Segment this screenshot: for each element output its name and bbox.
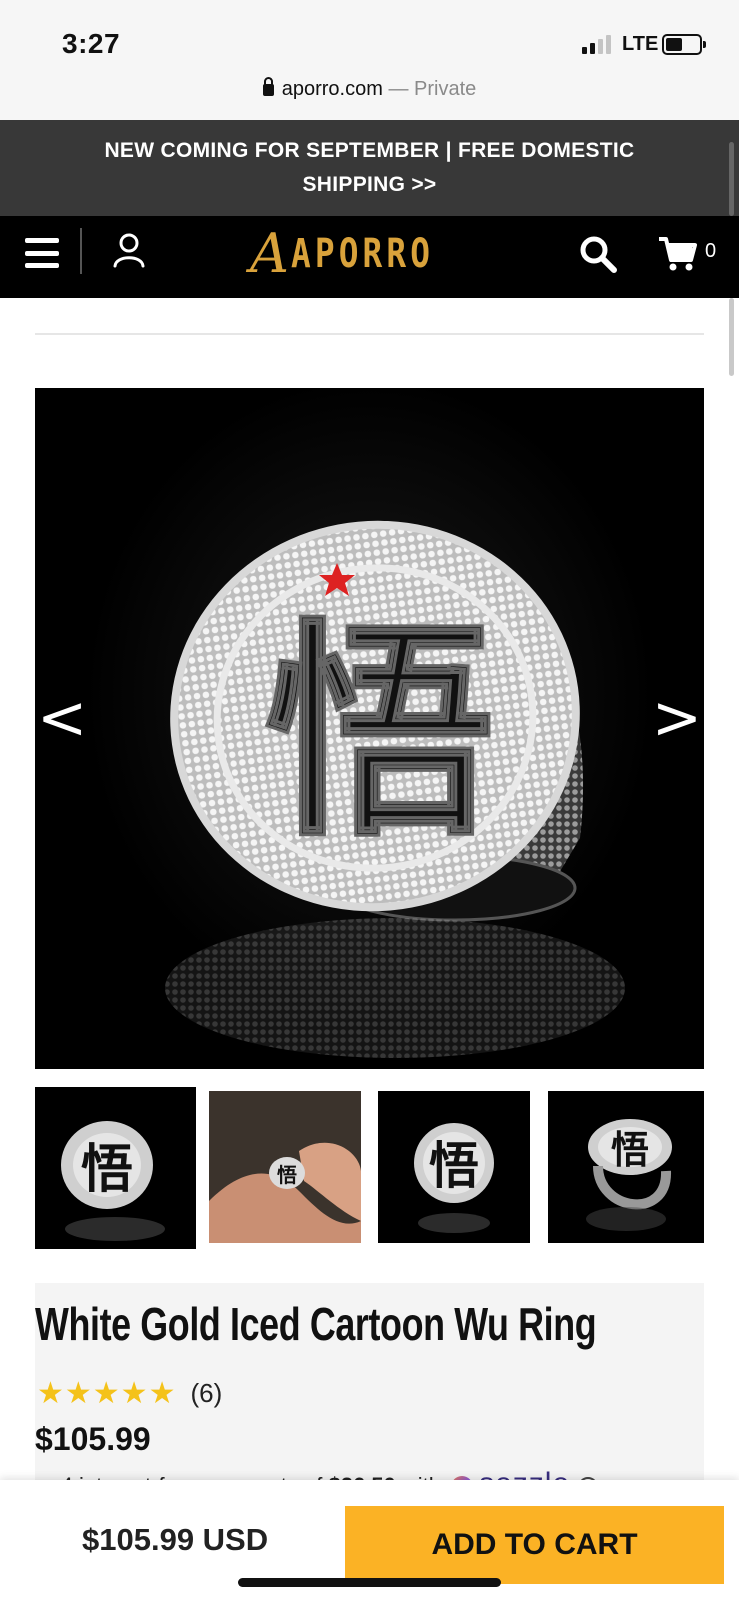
thumbnail-4[interactable]: 悟 (548, 1091, 704, 1243)
sticky-price: $105.99 USD (82, 1522, 269, 1557)
browser-status-bar: 3:27 LTE aporro.com — Private (0, 0, 739, 120)
logo-mark: A (250, 222, 289, 285)
search-icon[interactable] (578, 234, 618, 274)
battery-icon (662, 34, 706, 55)
lock-icon (262, 77, 274, 96)
announcement-scrollbar (729, 142, 734, 216)
url-separator: — (382, 78, 415, 100)
menu-icon[interactable] (25, 238, 59, 268)
thumbnail-3[interactable]: 悟 (378, 1091, 530, 1243)
ring-illustration: 悟 (165, 520, 625, 1058)
page-scrollbar[interactable] (729, 298, 734, 376)
thumb-1-glyph: 悟 (81, 1140, 133, 1200)
section-divider (35, 333, 704, 335)
product-rating[interactable]: ★★★★★ (6) (37, 1376, 222, 1411)
thumbnail-strip: 悟 悟 悟 悟 (35, 1087, 704, 1249)
review-count: (6) (190, 1378, 223, 1408)
gallery-prev-button[interactable]: < (37, 688, 87, 748)
clock: 3:27 (62, 28, 121, 59)
user-icon[interactable] (112, 232, 146, 268)
rating-stars-icon: ★★★★★ (37, 1377, 177, 1410)
thumb-4-glyph: 悟 (611, 1128, 649, 1172)
gallery-next-button[interactable]: > (652, 688, 702, 748)
announcement-line-1: NEW COMING FOR SEPTEMBER | FREE DOMESTIC (104, 139, 635, 162)
home-indicator[interactable] (238, 1578, 501, 1587)
cart-icon[interactable] (658, 236, 698, 272)
thumb-2-glyph: 悟 (277, 1163, 297, 1187)
announcement-bar[interactable]: NEW COMING FOR SEPTEMBER | FREE DOMESTIC… (0, 120, 739, 216)
thumbnail-2[interactable]: 悟 (209, 1091, 361, 1243)
network-label: LTE (622, 33, 659, 55)
product-title: White Gold Iced Cartoon Wu Ring (35, 1298, 597, 1350)
site-header: A APORRO 0 (0, 216, 739, 298)
product-info: White Gold Iced Cartoon Wu Ring ★★★★★ (6… (35, 1283, 704, 1500)
url-domain: aporro.com (281, 78, 383, 100)
private-label: Private (414, 78, 477, 100)
ring-character: 悟 (265, 601, 495, 868)
product-main-image[interactable]: 悟 < > (35, 388, 704, 1069)
add-to-cart-button[interactable]: ADD TO CART (345, 1506, 724, 1584)
logo-text: APORRO (291, 231, 435, 277)
header-divider (80, 228, 82, 274)
announcement-line-2: SHIPPING >> (302, 173, 437, 196)
address-bar[interactable]: aporro.com — Private (0, 77, 739, 101)
thumb-3-glyph: 悟 (429, 1137, 479, 1195)
thumbnail-1[interactable]: 悟 (35, 1087, 196, 1249)
product-price: $105.99 (35, 1421, 151, 1457)
signal-icon (582, 34, 611, 54)
cart-count: 0 (705, 240, 717, 262)
site-logo[interactable]: A APORRO (250, 218, 466, 290)
